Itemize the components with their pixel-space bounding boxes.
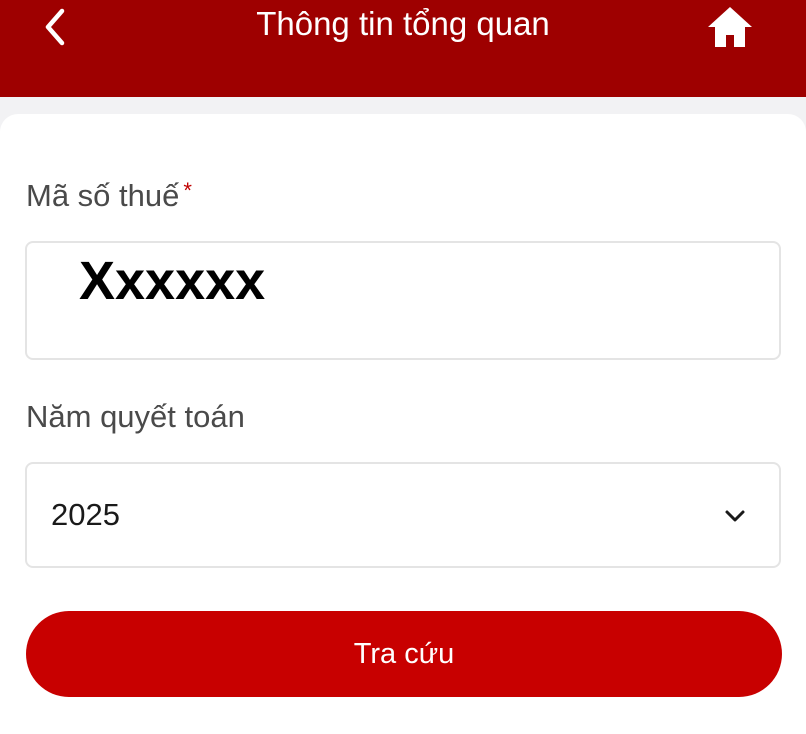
required-mark: * xyxy=(183,178,192,203)
settlement-year-value: 2025 xyxy=(51,497,120,532)
chevron-down-icon xyxy=(725,510,745,522)
home-button[interactable] xyxy=(702,2,758,52)
settlement-year-select[interactable]: 2025 xyxy=(25,462,781,568)
lookup-button[interactable]: Tra cứu xyxy=(26,611,782,697)
tax-code-value: Xxxxxx xyxy=(79,251,266,311)
app-header: Thông tin tổng quan xyxy=(0,0,806,97)
tax-code-label: Mã số thuế * xyxy=(26,178,192,213)
page-title: Thông tin tổng quan xyxy=(256,5,550,42)
home-icon xyxy=(708,7,752,47)
settlement-year-label: Năm quyết toán xyxy=(26,399,245,434)
tax-code-field[interactable]: Xxxxxx xyxy=(25,241,781,360)
